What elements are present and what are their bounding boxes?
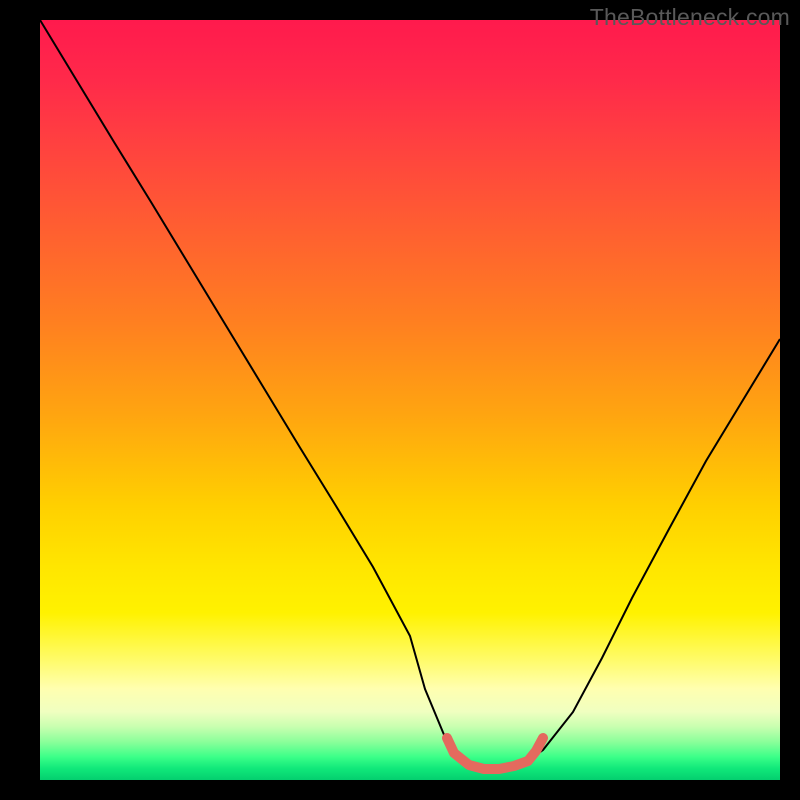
watermark-text: TheBottleneck.com xyxy=(590,4,790,31)
plot-area xyxy=(40,20,780,780)
bottleneck-curve xyxy=(40,20,780,769)
optimal-zone-marker xyxy=(447,738,543,769)
chart-frame: TheBottleneck.com xyxy=(0,0,800,800)
curve-svg xyxy=(40,20,780,780)
